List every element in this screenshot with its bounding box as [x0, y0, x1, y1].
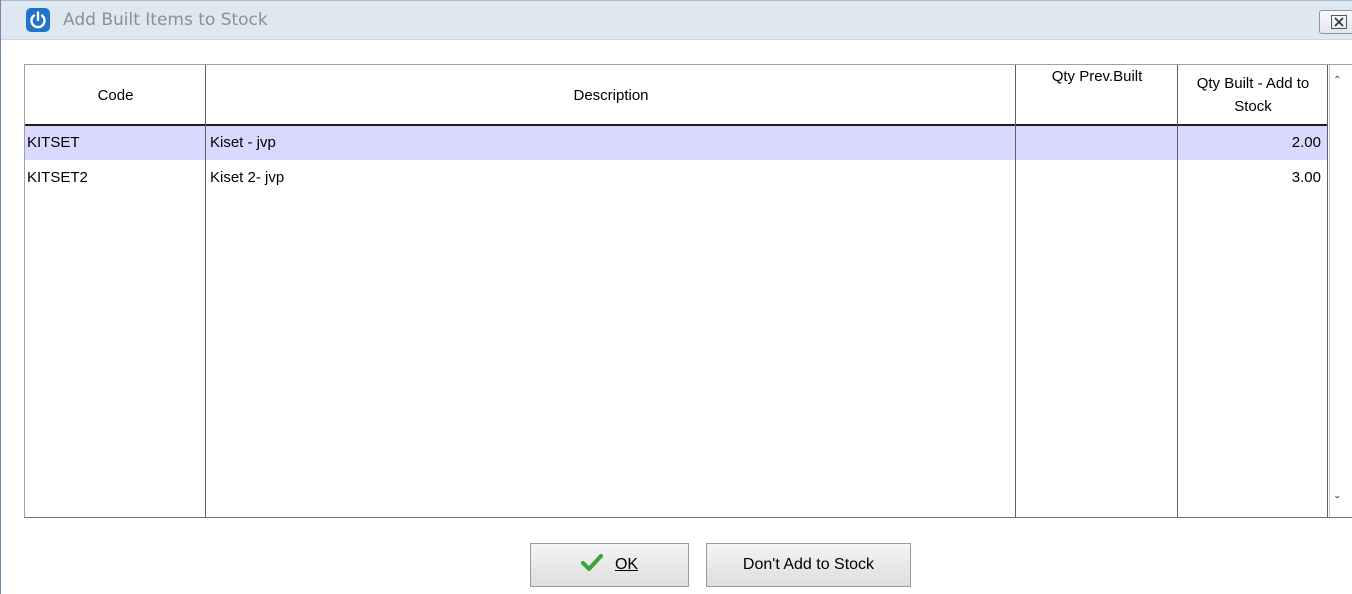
- column-divider: [1015, 65, 1016, 517]
- dont-add-label: Don't Add to Stock: [742, 556, 875, 573]
- dont-add-to-stock-button[interactable]: Don't Add to Stock: [706, 543, 911, 587]
- column-divider: [1327, 65, 1328, 517]
- column-header-qty-prev-built[interactable]: Qty Prev.Built: [1016, 65, 1178, 125]
- window-title: Add Built Items to Stock: [63, 10, 268, 30]
- ok-label: OK: [614, 556, 639, 573]
- checkmark-icon: [580, 553, 603, 577]
- column-divider: [205, 65, 206, 517]
- ok-button[interactable]: OK: [530, 543, 689, 587]
- column-header-qty-built-add[interactable]: Qty Built - Add to Stock: [1178, 65, 1328, 125]
- power-icon: [26, 8, 50, 32]
- items-grid[interactable]: Code Description Qty Prev.Built Qty Buil…: [24, 64, 1352, 518]
- cell-description: Kiset - jvp: [210, 134, 276, 151]
- cell-qty-built-add[interactable]: 3.00: [1178, 161, 1325, 195]
- close-icon: [1331, 15, 1347, 29]
- title-bar[interactable]: Add Built Items to Stock: [1, 0, 1352, 40]
- column-divider: [1177, 65, 1178, 517]
- cell-qty-built-add[interactable]: 2.00: [1178, 126, 1325, 160]
- cell-code: KITSET: [27, 134, 80, 151]
- cell-qty-prev-built: [1016, 126, 1174, 160]
- chevron-up-icon[interactable]: ˆ: [1335, 73, 1340, 89]
- column-header-description[interactable]: Description: [206, 65, 1016, 125]
- column-header-code[interactable]: Code: [25, 65, 206, 125]
- table-row[interactable]: KITSET2 Kiset 2- jvp 3.00: [25, 161, 1327, 195]
- cell-code: KITSET2: [27, 169, 88, 186]
- vertical-scrollbar[interactable]: ˆ ˇ: [1329, 65, 1352, 517]
- cell-description: Kiset 2- jvp: [210, 169, 285, 186]
- chevron-down-icon[interactable]: ˇ: [1335, 493, 1340, 509]
- dialog-window: Add Built Items to Stock Code Descriptio…: [0, 0, 1352, 594]
- table-row[interactable]: KITSET Kiset - jvp 2.00: [25, 126, 1327, 160]
- close-button[interactable]: [1319, 10, 1352, 34]
- cell-qty-prev-built: [1016, 161, 1174, 195]
